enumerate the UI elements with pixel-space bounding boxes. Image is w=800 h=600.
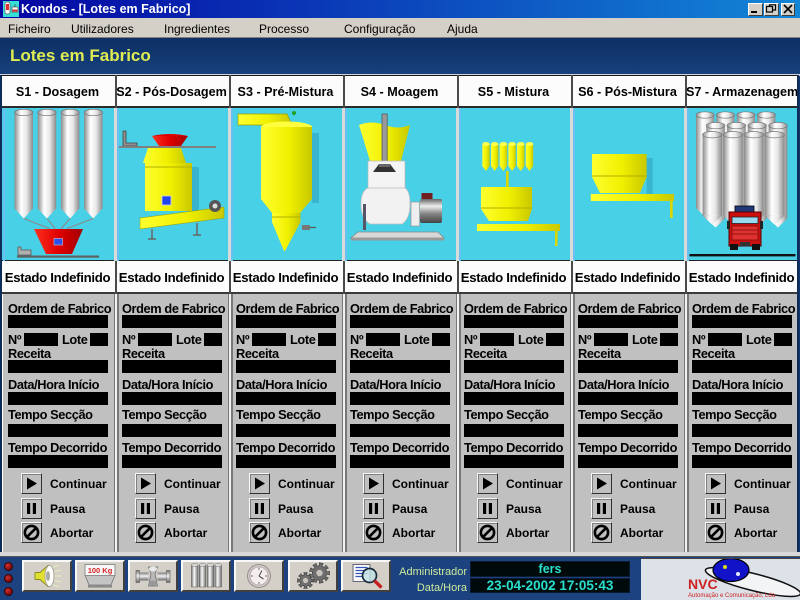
- svg-text:NVC: NVC: [688, 576, 718, 592]
- svg-text:100 Kg: 100 Kg: [88, 566, 113, 575]
- svg-text:Automação e Comunicação, Lda: Automação e Comunicação, Lda: [688, 593, 776, 599]
